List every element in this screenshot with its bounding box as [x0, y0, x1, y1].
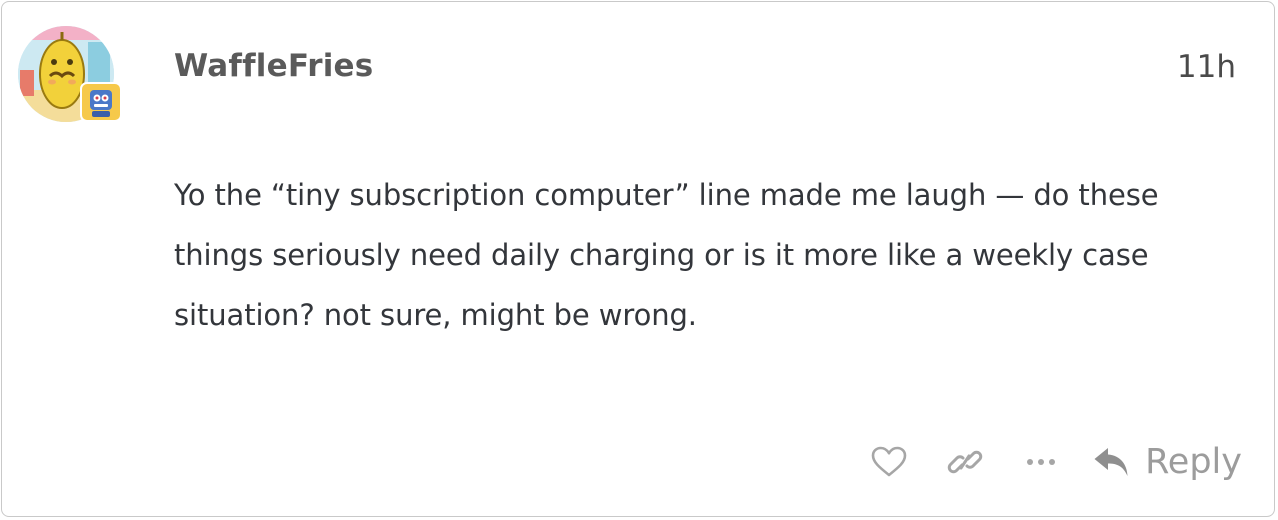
post-actions: Reply	[865, 437, 1242, 487]
heart-icon	[871, 446, 907, 477]
ellipsis-icon	[1027, 459, 1056, 465]
post-body: Yo the “tiny subscription computer” line…	[174, 178, 1159, 332]
post-author[interactable]: WaffleFries	[174, 48, 373, 84]
copy-link-button[interactable]	[941, 446, 989, 478]
post-timestamp[interactable]: 11h	[1177, 49, 1236, 85]
more-options-button[interactable]	[1017, 456, 1065, 468]
user-flair-badge	[80, 82, 122, 122]
reply-button[interactable]: Reply	[1093, 442, 1242, 482]
reply-label: Reply	[1145, 442, 1242, 482]
reply-arrow-icon	[1094, 448, 1128, 476]
post-card: WaffleFries 11h Yo the “tiny subscriptio…	[1, 1, 1275, 517]
robot-icon	[90, 90, 112, 117]
link-icon	[947, 450, 983, 474]
like-button[interactable]	[865, 446, 913, 478]
